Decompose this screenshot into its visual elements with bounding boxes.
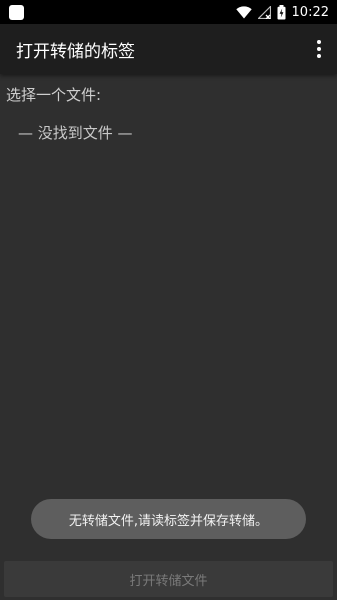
app-bar: 打开转储的标签 (0, 24, 337, 74)
status-bar: 10:22 (0, 0, 337, 24)
menu-dot (317, 54, 321, 58)
file-select-prompt: 选择一个文件: (6, 86, 102, 104)
page-title: 打开转储的标签 (16, 41, 135, 62)
status-icons: 10:22 (235, 4, 329, 20)
signal-icon (257, 5, 271, 19)
battery-charging-icon (277, 4, 286, 19)
notification-icon (9, 4, 24, 20)
wifi-icon (235, 5, 252, 18)
menu-dot (317, 47, 321, 51)
menu-dot (317, 40, 321, 44)
toast-message: 无转储文件,请读标签并保存转储。 (31, 499, 306, 539)
file-list-item[interactable]: — 没找到文件 — (18, 122, 133, 143)
more-vert-icon[interactable] (309, 34, 329, 64)
open-dump-button[interactable]: 打开转储文件 (4, 561, 333, 597)
status-time: 10:22 (291, 4, 329, 20)
